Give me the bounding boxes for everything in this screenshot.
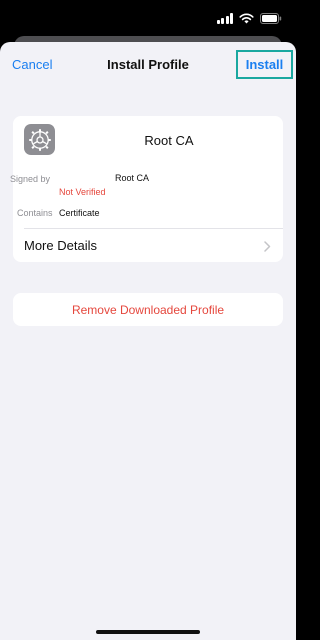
battery-icon (260, 13, 282, 24)
wifi-icon (239, 13, 254, 24)
install-button[interactable]: Install (236, 50, 293, 79)
status-bar (0, 0, 296, 38)
more-details-label: More Details (24, 238, 97, 253)
install-profile-sheet: Cancel Install Profile Install Root CA S… (0, 42, 296, 640)
remove-profile-button[interactable]: Remove Downloaded Profile (13, 293, 283, 326)
home-indicator[interactable] (96, 630, 200, 634)
chevron-right-icon (264, 239, 271, 257)
status-icons (216, 13, 283, 24)
remove-profile-label: Remove Downloaded Profile (71, 303, 225, 317)
cellular-signal-icon (216, 13, 233, 24)
navigation-bar: Cancel Install Profile Install (0, 42, 296, 88)
profile-card-overlay: More Details (13, 116, 283, 262)
more-details-row[interactable]: More Details (13, 229, 283, 261)
